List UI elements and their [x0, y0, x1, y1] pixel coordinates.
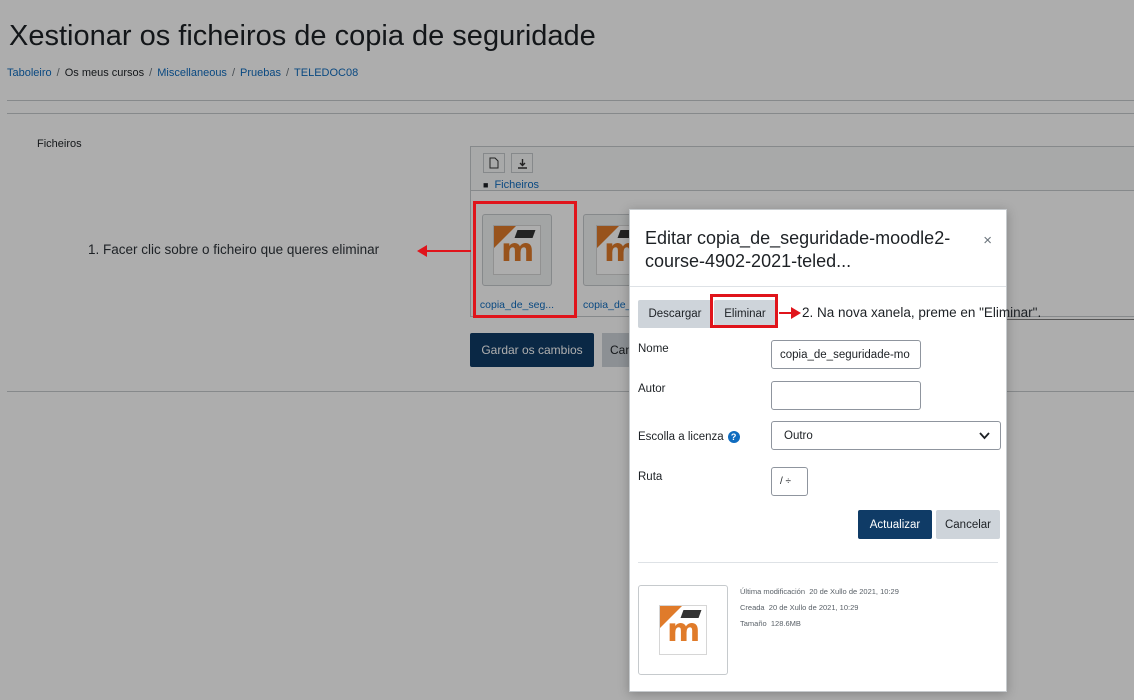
modified-info: Última modificación 20 de Xullo de 2021,… — [740, 587, 899, 596]
license-label-text: Escolla a licenza — [638, 431, 724, 444]
size-info: Tamaño 128.6MB — [740, 619, 801, 628]
license-value: Outro — [784, 429, 813, 442]
annotation-arrow-1 — [425, 250, 471, 252]
close-icon[interactable]: × — [983, 232, 992, 249]
created-value: 20 de Xullo de 2021, 10:29 — [768, 603, 859, 612]
annotation-step2: 2. Na nova xanela, preme en "Eliminar". — [802, 305, 1042, 320]
highlight-delete-box — [710, 294, 778, 328]
path-label: Ruta — [638, 471, 663, 483]
arrow-left-icon — [417, 245, 427, 257]
license-label: Escolla a licenza? — [638, 431, 740, 443]
path-select[interactable]: / ÷ — [771, 467, 808, 496]
chevron-down-icon — [979, 432, 990, 440]
divider — [638, 562, 998, 563]
help-icon[interactable]: ? — [727, 431, 740, 443]
modified-value: 20 de Xullo de 2021, 10:29 — [809, 587, 899, 596]
moodle-file-icon: m — [659, 605, 707, 655]
dialog-title: Editar copia_de_seguridade-moodle2-cours… — [645, 228, 951, 271]
license-select[interactable]: Outro — [771, 421, 1001, 450]
cancel-dialog-button[interactable]: Cancelar — [936, 510, 1000, 539]
highlight-file-box — [473, 201, 577, 318]
annotation-underline — [1007, 319, 1134, 320]
modified-label: Última modificación — [740, 587, 806, 596]
download-button[interactable]: Descargar — [638, 300, 712, 328]
author-label: Autor — [638, 383, 666, 395]
created-label: Creada — [740, 603, 765, 612]
name-field[interactable]: copia_de_seguridade-mo — [771, 340, 921, 369]
name-label: Nome — [638, 343, 669, 355]
created-info: Creada 20 de Xullo de 2021, 10:29 — [740, 603, 858, 612]
file-preview: m — [638, 585, 728, 675]
arrow-right-icon — [791, 307, 801, 319]
author-field[interactable] — [771, 381, 921, 410]
size-label: Tamaño — [740, 619, 767, 628]
divider — [630, 286, 1006, 287]
annotation-step1: 1. Facer clic sobre o ficheiro que quere… — [88, 242, 380, 257]
size-value: 128.6MB — [770, 619, 801, 628]
edit-file-dialog: Editar copia_de_seguridade-moodle2-cours… — [629, 209, 1007, 692]
update-button[interactable]: Actualizar — [858, 510, 932, 539]
